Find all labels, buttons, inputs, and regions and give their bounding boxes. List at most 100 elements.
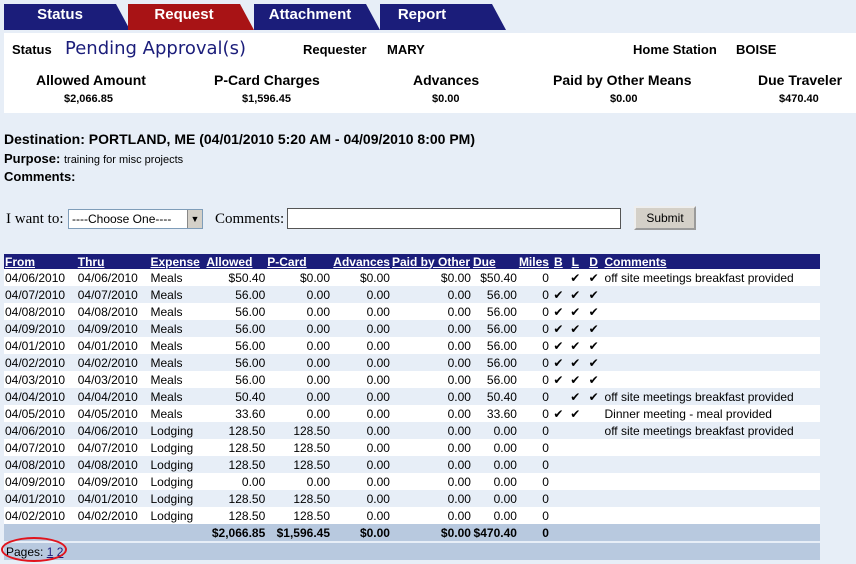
col-due[interactable]: Due [472, 254, 518, 269]
action-select-value: ----Choose One---- [72, 212, 172, 226]
total-allowed: $2,066.85 [211, 525, 266, 540]
cell-paid-other: 0.00 [447, 423, 471, 438]
cell-comments [604, 337, 820, 354]
cell-b [550, 439, 567, 456]
col-allowed[interactable]: Allowed [205, 254, 266, 269]
cell-b [550, 507, 567, 524]
cell-advances: 0.00 [366, 287, 390, 302]
cell-thru: 04/01/2010 [77, 338, 138, 353]
cell-comments [604, 303, 820, 320]
table-row: 04/08/2010 04/08/2010 Lodging 128.50 128.50 0… [4, 456, 820, 473]
cell-expense: Meals [150, 355, 183, 370]
cell-due: 0.00 [493, 423, 517, 438]
cell-l: ✔ [570, 321, 581, 336]
comments-line: Comments: [4, 169, 76, 184]
cell-paid-other: 0.00 [447, 440, 471, 455]
tab-attachment[interactable]: Attachment [254, 4, 380, 30]
tab-status[interactable]: Status [4, 4, 130, 30]
col-b[interactable]: B [550, 254, 567, 269]
cell-pcard: 0.00 [306, 355, 331, 370]
cell-l: ✔ [570, 338, 581, 353]
chevron-down-icon[interactable]: ▼ [187, 210, 202, 228]
cell-l: ✔ [570, 287, 581, 302]
cell-miles: 0 [542, 355, 549, 370]
cell-from: 04/01/2010 [5, 491, 66, 506]
cell-expense: Meals [150, 406, 183, 421]
col-d[interactable]: D [584, 254, 604, 269]
advances-value: $0.00 [432, 93, 460, 105]
cell-l [567, 507, 584, 524]
cell-allowed: 56.00 [235, 304, 266, 319]
action-comments-label: Comments: [215, 211, 285, 227]
cell-expense: Meals [150, 270, 183, 285]
cell-expense: Lodging [150, 423, 194, 438]
cell-allowed: 56.00 [235, 287, 266, 302]
cell-comments: Dinner meeting - meal provided [604, 406, 772, 421]
cell-advances: 0.00 [366, 372, 390, 387]
cell-expense: Meals [150, 338, 183, 353]
tab-status-label: Status [37, 6, 83, 23]
action-select[interactable]: ----Choose One---- ▼ [68, 209, 203, 229]
cell-thru: 04/02/2010 [77, 355, 138, 370]
cell-expense: Meals [150, 304, 183, 319]
total-b [550, 524, 567, 541]
table-row: 04/09/2010 04/09/2010 Meals 56.00 0.00 0.00 0.… [4, 320, 820, 337]
col-thru[interactable]: Thru [77, 254, 150, 269]
allowed-amount-value: $2,066.85 [64, 93, 113, 105]
cell-miles: 0 [542, 406, 549, 421]
cell-miles: 0 [542, 372, 549, 387]
request-summary-panel: Status Pending Approval(s) Requester MAR… [4, 33, 856, 113]
cell-pcard: 128.50 [293, 457, 331, 472]
cell-advances: 0.00 [366, 321, 390, 336]
cell-allowed: 0.00 [241, 474, 266, 489]
col-paid-other[interactable]: Paid by Other [391, 254, 472, 269]
cell-d [584, 456, 604, 473]
action-row: I want to: ----Choose One---- ▼ Comments… [6, 206, 856, 231]
cell-miles: 0 [542, 389, 549, 404]
col-l[interactable]: L [567, 254, 584, 269]
tab-request[interactable]: Request [128, 4, 254, 30]
cell-paid-other: 0.00 [447, 508, 471, 523]
cell-thru: 04/01/2010 [77, 491, 138, 506]
cell-d [584, 473, 604, 490]
cell-comments [604, 371, 820, 388]
table-row: 04/05/2010 04/05/2010 Meals 33.60 0.00 0.00 0.… [4, 405, 820, 422]
paid-other-means-label: Paid by Other Means [553, 72, 692, 88]
totals-row: $2,066.85 $1,596.45 $0.00 $0.00 $470.40 … [4, 524, 820, 541]
tab-report[interactable]: Report [380, 4, 506, 30]
cell-b [550, 473, 567, 490]
cell-thru: 04/03/2010 [77, 372, 138, 387]
expense-table: From Thru Expense Allowed P-Card Advance… [4, 254, 820, 541]
table-row: 04/08/2010 04/08/2010 Meals 56.00 0.00 0.00 0.… [4, 303, 820, 320]
annotation-ellipse [1, 537, 67, 562]
cell-thru: 04/02/2010 [77, 508, 138, 523]
submit-button[interactable]: Submit [634, 206, 696, 230]
action-comments-input[interactable] [287, 208, 621, 229]
cell-expense: Lodging [150, 474, 194, 489]
col-from[interactable]: From [4, 254, 77, 269]
cell-paid-other: 0.00 [447, 355, 471, 370]
col-miles[interactable]: Miles [518, 254, 550, 269]
cell-from: 04/07/2010 [5, 287, 66, 302]
advances-label: Advances [413, 72, 480, 88]
total-paid-other: $0.00 [440, 525, 471, 540]
cell-l: ✔ [570, 270, 581, 285]
col-advances[interactable]: Advances [331, 254, 391, 269]
cell-d: ✔ [588, 304, 599, 319]
col-comments[interactable]: Comments [604, 254, 820, 269]
cell-paid-other: 0.00 [447, 491, 471, 506]
cell-advances: 0.00 [366, 474, 390, 489]
cell-b: ✔ [553, 304, 564, 319]
purpose-label: Purpose: [4, 151, 61, 166]
due-traveler-value: $470.40 [779, 93, 819, 105]
cell-l: ✔ [570, 355, 581, 370]
cell-due: 0.00 [493, 508, 517, 523]
cell-comments [604, 286, 820, 303]
allowed-amount-label: Allowed Amount [36, 72, 146, 88]
cell-miles: 0 [542, 338, 549, 353]
cell-due: 0.00 [493, 440, 517, 455]
cell-d: ✔ [588, 270, 599, 285]
col-expense[interactable]: Expense [150, 254, 206, 269]
col-pcard[interactable]: P-Card [266, 254, 331, 269]
cell-pcard: 0.00 [306, 287, 331, 302]
